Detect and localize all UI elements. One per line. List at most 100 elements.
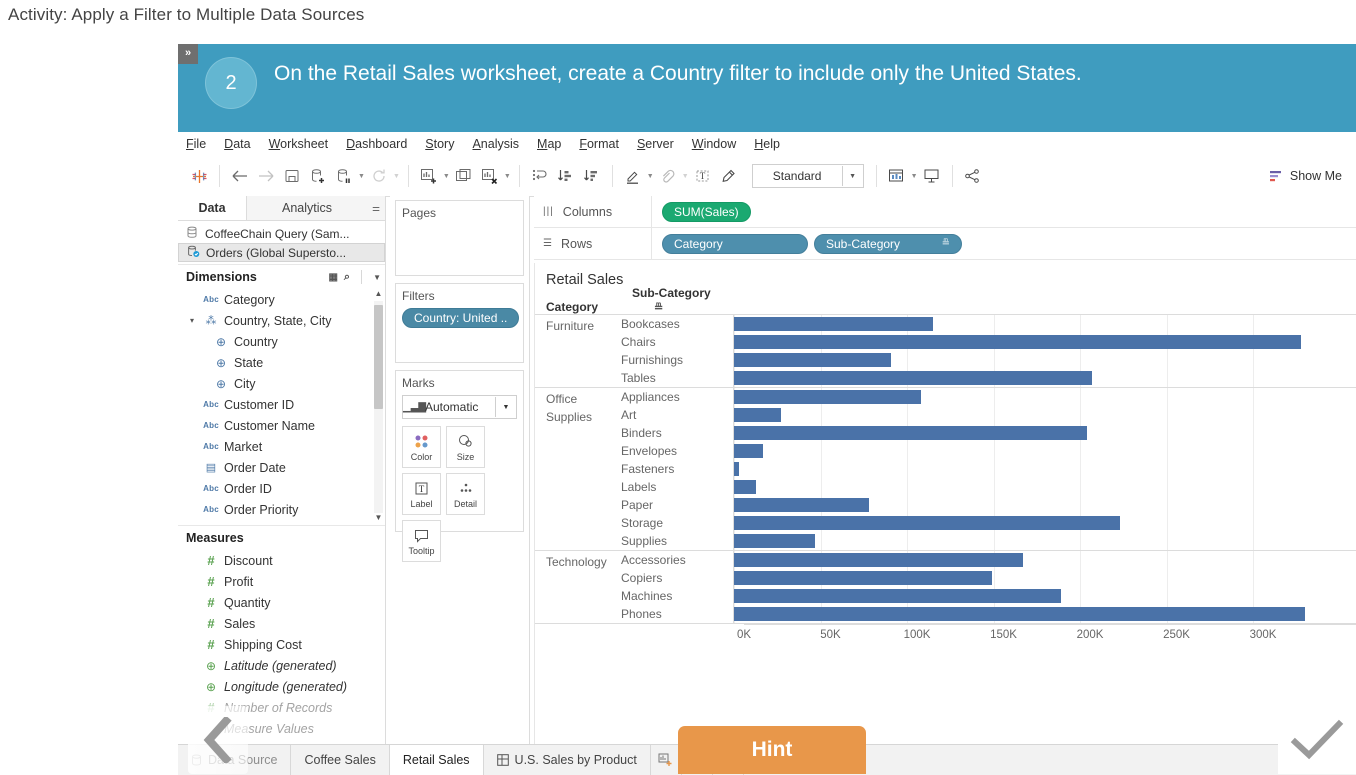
new-worksheet-icon[interactable] <box>416 163 442 189</box>
rows-pill-subcategory[interactable]: Sub-Category ≞ <box>814 233 962 254</box>
measure-field[interactable]: # Shipping Cost <box>178 634 385 655</box>
data-source-item[interactable]: CoffeeChain Query (Sam... <box>178 224 385 243</box>
chevron-down-icon[interactable]: ▼ <box>841 166 863 186</box>
dimension-field[interactable]: Abc Category <box>178 289 385 310</box>
columns-shelf[interactable]: ||| Columns SUM(Sales) <box>534 196 1356 228</box>
chevron-down-icon[interactable]: ▼ <box>393 173 400 180</box>
menu-item-dashboard[interactable]: Dashboard <box>337 137 416 151</box>
worksheet-tab[interactable]: Retail Sales <box>389 745 484 775</box>
dimension-field[interactable]: ▤ Order Date <box>178 457 385 478</box>
sort-icon[interactable]: ≞ <box>942 238 950 249</box>
dimension-field[interactable]: ⊕ State <box>178 352 385 373</box>
bar-mark[interactable] <box>734 534 816 548</box>
bar-mark[interactable] <box>734 462 740 476</box>
back-arrow-icon[interactable] <box>227 163 253 189</box>
marks-type-select[interactable]: ▁▃▇ Automatic ▼ <box>402 395 517 419</box>
dimension-field[interactable]: Abc Order Priority <box>178 499 385 520</box>
sort-ascending-icon[interactable] <box>553 163 579 189</box>
measure-field[interactable]: # Sales <box>178 613 385 634</box>
search-icon[interactable]: ⌕ <box>344 271 350 284</box>
menu-item-worksheet[interactable]: Worksheet <box>260 137 338 151</box>
dimension-field[interactable]: ⊕ City <box>178 373 385 394</box>
bar-mark[interactable] <box>734 371 1093 385</box>
pause-data-icon[interactable] <box>331 163 357 189</box>
measure-field[interactable]: ⊕ Longitude (generated) <box>178 676 385 697</box>
settings-icon[interactable]: ⚌ <box>367 196 385 220</box>
dimension-field[interactable]: Abc Order ID <box>178 478 385 499</box>
menu-item-server[interactable]: Server <box>628 137 683 151</box>
bar-mark[interactable] <box>734 317 933 331</box>
show-mark-labels-icon[interactable]: T <box>690 163 716 189</box>
chevron-down-icon[interactable]: ▼ <box>495 397 516 417</box>
sort-icon[interactable]: ≞ <box>654 302 663 314</box>
filter-pill-country[interactable]: Country: United .. <box>402 308 520 328</box>
marks-color-button[interactable]: Color <box>402 426 441 468</box>
previous-step-button[interactable] <box>188 706 248 774</box>
bar-mark[interactable] <box>734 553 1023 567</box>
scroll-down-icon[interactable]: ▼ <box>374 513 383 522</box>
dimension-field[interactable]: Abc Market <box>178 436 385 457</box>
hint-button[interactable]: Hint <box>678 726 866 774</box>
chevron-down-icon[interactable]: ▼ <box>647 173 654 180</box>
clear-sheet-icon[interactable] <box>477 163 503 189</box>
device-preview-icon[interactable] <box>919 163 945 189</box>
fix-axes-icon[interactable] <box>716 163 742 189</box>
bar-mark[interactable] <box>734 607 1305 621</box>
tab-analytics[interactable]: Analytics <box>247 196 367 220</box>
measure-field[interactable]: # Quantity <box>178 592 385 613</box>
bar-mark[interactable] <box>734 498 869 512</box>
swap-rows-columns-icon[interactable] <box>527 163 553 189</box>
worksheet-tab[interactable]: U.S. Sales by Product <box>484 745 651 775</box>
refresh-icon[interactable] <box>366 163 392 189</box>
rows-pill-category[interactable]: Category <box>662 233 808 254</box>
group-icon[interactable] <box>655 163 681 189</box>
bar-mark[interactable] <box>734 589 1061 603</box>
chevron-down-icon[interactable]: ▼ <box>443 173 450 180</box>
add-data-source-icon[interactable] <box>305 163 331 189</box>
chevron-down-icon[interactable]: ▼ <box>358 173 365 180</box>
measure-field[interactable]: # Profit <box>178 571 385 592</box>
tab-data[interactable]: Data <box>178 196 247 220</box>
marks-size-button[interactable]: Size <box>446 426 485 468</box>
worksheet-tab[interactable]: Coffee Sales <box>291 745 390 775</box>
bar-mark[interactable] <box>734 353 892 367</box>
fit-select[interactable]: Standard ▼ <box>751 164 864 188</box>
tableau-logo-icon[interactable] <box>186 163 212 189</box>
columns-pill-sum-sales[interactable]: SUM(Sales) <box>662 201 751 222</box>
share-icon[interactable] <box>960 163 986 189</box>
bar-mark[interactable] <box>734 444 763 458</box>
grid-view-icon[interactable]: ▦ <box>328 272 338 283</box>
menu-item-story[interactable]: Story <box>416 137 463 151</box>
bar-mark[interactable] <box>734 335 1302 349</box>
dimension-field[interactable]: ⊕ Country <box>178 331 385 352</box>
sort-descending-icon[interactable] <box>579 163 605 189</box>
menu-item-analysis[interactable]: Analysis <box>463 137 528 151</box>
show-me-button[interactable]: Show Me <box>1269 169 1342 183</box>
chevron-down-icon[interactable]: ▾ <box>186 316 198 325</box>
check-answer-button[interactable] <box>1278 706 1356 774</box>
scroll-up-icon[interactable]: ▲ <box>374 289 383 298</box>
chevron-down-icon[interactable]: ▼ <box>504 173 511 180</box>
marks-tooltip-button[interactable]: Tooltip <box>402 520 441 562</box>
bar-mark[interactable] <box>734 516 1120 530</box>
rows-shelf[interactable]: ☰ Rows Category Sub-Category ≞ <box>534 228 1356 260</box>
measure-field[interactable]: # Discount <box>178 550 385 571</box>
menu-item-data[interactable]: Data <box>215 137 259 151</box>
menu-item-map[interactable]: Map <box>528 137 570 151</box>
menu-item-file[interactable]: File <box>178 137 215 151</box>
chevron-down-icon[interactable]: ▼ <box>682 173 689 180</box>
bar-mark[interactable] <box>734 390 921 404</box>
highlight-icon[interactable] <box>620 163 646 189</box>
save-icon[interactable] <box>279 163 305 189</box>
banner-collapse-button[interactable]: » <box>178 44 198 64</box>
menu-item-help[interactable]: Help <box>745 137 789 151</box>
bar-mark[interactable] <box>734 426 1087 440</box>
measure-field[interactable]: ⊕ Latitude (generated) <box>178 655 385 676</box>
chevron-down-icon[interactable]: ▼ <box>911 173 918 180</box>
menu-item-format[interactable]: Format <box>570 137 628 151</box>
dimensions-scrollbar[interactable] <box>374 301 383 513</box>
dimension-field[interactable]: Abc Customer ID <box>178 394 385 415</box>
marks-label-button[interactable]: T Label <box>402 473 441 515</box>
dimension-field[interactable]: Abc Customer Name <box>178 415 385 436</box>
dimension-field[interactable]: ▾ ⁂ Country, State, City <box>178 310 385 331</box>
